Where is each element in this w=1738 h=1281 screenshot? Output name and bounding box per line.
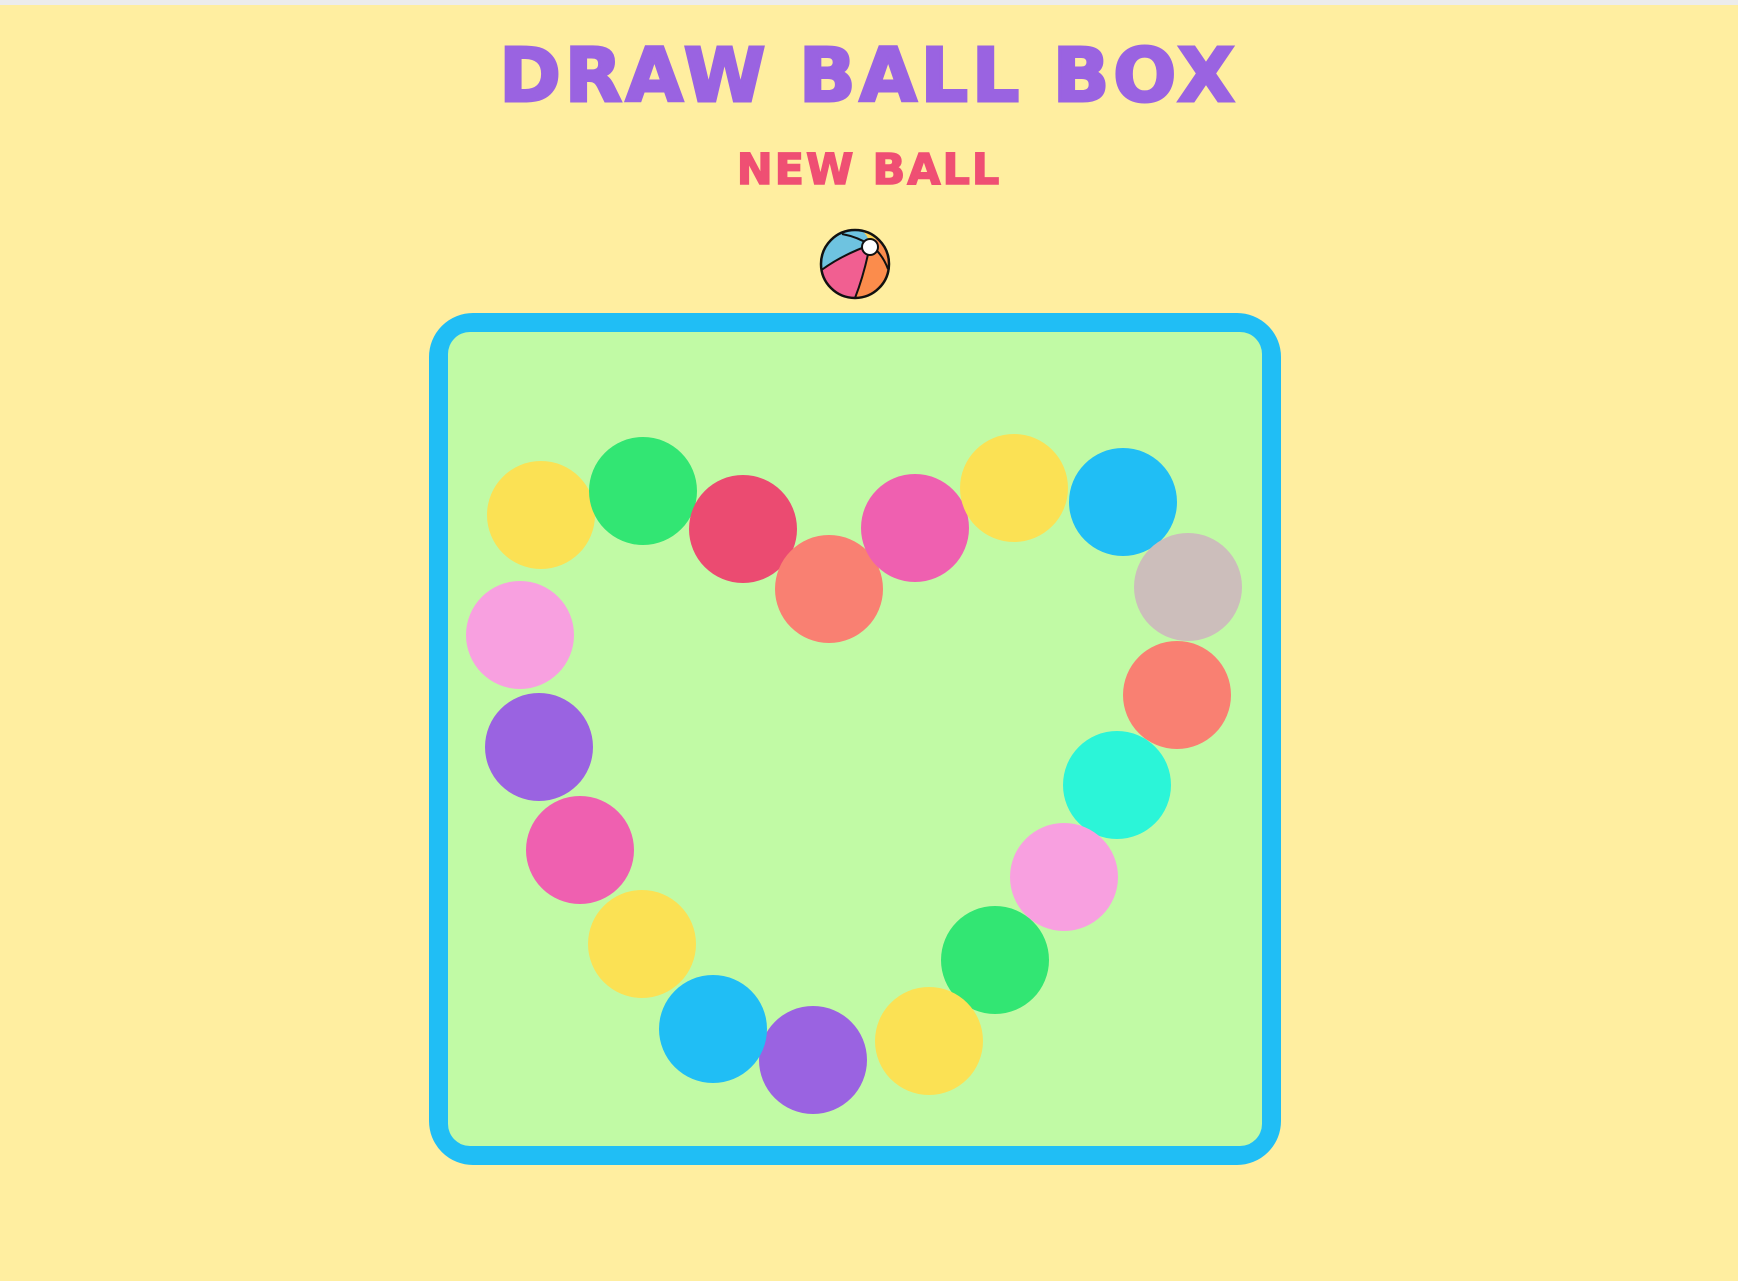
ball[interactable] [526,796,634,904]
ball[interactable] [1010,823,1118,931]
ball[interactable] [875,987,983,1095]
new-ball-button[interactable]: NEW BALL [669,140,1069,200]
ball-box-area[interactable] [448,332,1262,1146]
beach-ball-icon[interactable] [818,227,892,301]
ball[interactable] [588,890,696,998]
ball[interactable] [659,975,767,1083]
ball[interactable] [759,1006,867,1114]
ball[interactable] [1123,641,1231,749]
ball[interactable] [1134,533,1242,641]
ball-box[interactable] [429,313,1281,1165]
ball[interactable] [466,581,574,689]
top-strip [0,0,1738,5]
ball[interactable] [485,693,593,801]
ball[interactable] [487,461,595,569]
ball[interactable] [1063,731,1171,839]
ball[interactable] [861,474,969,582]
page-title: DRAW BALL BOX [498,32,1239,121]
ball[interactable] [589,437,697,545]
ball[interactable] [960,434,1068,542]
